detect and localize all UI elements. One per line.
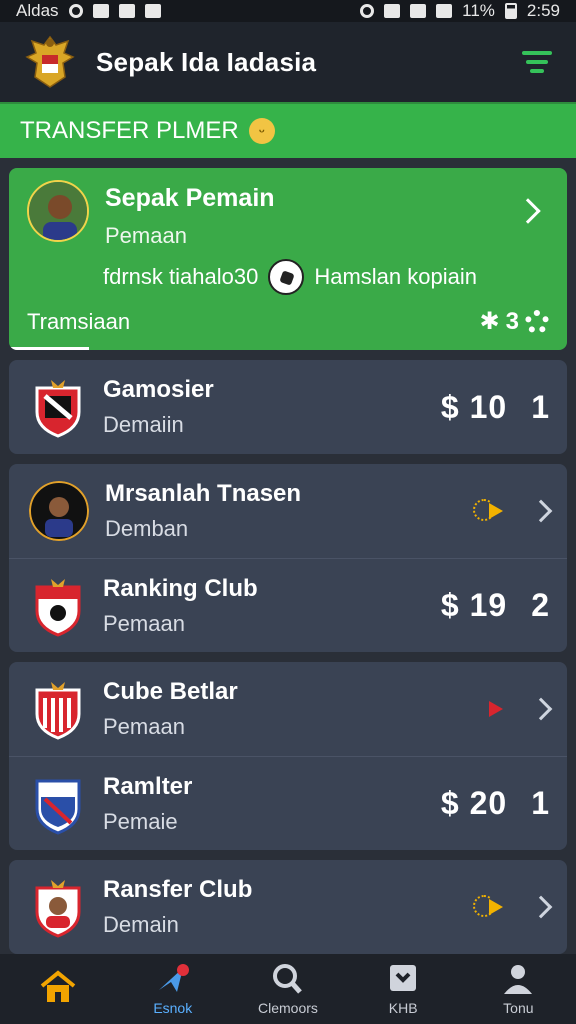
grid-icon	[383, 962, 423, 996]
search-icon	[268, 962, 308, 996]
list-item[interactable]: Ransfer Club Demain	[9, 860, 567, 954]
club-subtitle: Pemaan	[103, 610, 185, 636]
featured-info-left: fdrnsk tiahalo30	[103, 264, 259, 289]
rank-label: 1	[531, 388, 549, 425]
rank-label: 1	[531, 785, 549, 821]
banner-label: TRANSFER PLMER	[20, 117, 239, 144]
club-card: Ransfer Club Demain	[9, 860, 567, 954]
garuda-crest-icon	[22, 34, 78, 90]
list-item[interactable]: Ranking Club Pemaan $ 19 2	[9, 558, 567, 652]
player-avatar	[27, 180, 89, 242]
carrier-label: Aldas	[16, 1, 59, 20]
status-bar: Aldas 11% 2:59	[0, 0, 576, 22]
tab-indicator	[9, 347, 89, 350]
club-subtitle: Demban	[105, 516, 189, 541]
club-subtitle: Pemaie	[103, 808, 178, 834]
price-label: $ 10	[440, 388, 508, 425]
featured-player-card[interactable]: Sepak Pemain Pemaan fdrnsk tiahalo30 Ham…	[9, 168, 567, 350]
asterisk-icon: ✱	[479, 308, 500, 335]
rank-label: 2	[531, 587, 549, 623]
club-name: Cube Betlar	[103, 678, 238, 705]
chevron-right-icon[interactable]	[515, 198, 541, 224]
nav-profile[interactable]: Tonu	[463, 962, 573, 1016]
alarm-icon	[360, 4, 375, 18]
nav-label: Esnok	[153, 1000, 193, 1016]
player-avatar	[29, 481, 89, 541]
featured-info-right: Hamslan kopiain	[314, 264, 477, 289]
profile-icon	[498, 962, 538, 996]
wifi-icon	[410, 4, 427, 18]
mail-icon	[144, 4, 161, 18]
nav-label: Clemoors	[258, 1000, 318, 1016]
nav-home[interactable]	[3, 970, 113, 1008]
list-item[interactable]: Mrsanlah Tnasen Demban	[9, 464, 567, 558]
battery-icon	[504, 3, 517, 19]
notification-icon	[92, 4, 109, 18]
club-subtitle: Demaiin	[103, 412, 184, 437]
vibrate-icon	[384, 4, 401, 18]
featured-subtitle: Pemaan	[105, 223, 187, 248]
club-name: Mrsanlah Tnasen	[105, 480, 302, 507]
clock: 2:59	[526, 1, 560, 20]
gear-icon[interactable]	[525, 309, 549, 334]
nav-send[interactable]: Esnok	[118, 962, 228, 1016]
featured-footer-label: Tramsiaan	[27, 308, 131, 334]
club-shield-icon	[29, 876, 87, 938]
club-name: Gamosier	[103, 376, 214, 403]
location-icon	[68, 4, 83, 18]
soccer-ball-icon	[268, 259, 305, 295]
filter-icon[interactable]	[520, 47, 554, 77]
club-subtitle: Pemaan	[103, 714, 185, 739]
smile-emoji-icon: ᵕ	[248, 118, 275, 144]
club-shield-icon	[29, 678, 87, 740]
signal-icon	[436, 4, 453, 18]
play-icon[interactable]	[473, 496, 509, 526]
nav-khb[interactable]: KHB	[348, 962, 458, 1016]
club-name: Ranking Club	[103, 574, 258, 602]
list-item[interactable]: Gamosier Demaiin $ 10 1	[9, 360, 567, 454]
send-icon	[153, 962, 193, 996]
image-icon	[118, 4, 135, 18]
chevron-right-icon[interactable]	[529, 697, 553, 721]
chevron-right-icon[interactable]	[529, 499, 553, 523]
club-card: Gamosier Demaiin $ 10 1	[9, 360, 567, 454]
club-shield-icon	[29, 575, 87, 637]
club-shield-icon	[29, 376, 87, 438]
club-card: Cube Betlar Pemaan Ramlter Pemaie $ 20 1	[9, 662, 567, 850]
app-title: Sepak Ida Iadasia	[96, 46, 317, 77]
nav-search[interactable]: Clemoors	[233, 962, 343, 1016]
play-icon[interactable]	[473, 892, 509, 922]
chevron-right-icon[interactable]	[529, 895, 553, 919]
home-icon	[38, 970, 78, 1004]
battery-percent: 11%	[462, 1, 495, 20]
bottom-nav: Esnok Clemoors KHB Tonu	[0, 954, 576, 1024]
transfer-banner[interactable]: TRANSFER PLMER ᵕ	[0, 102, 576, 158]
list-item[interactable]: Ramlter Pemaie $ 20 1	[9, 756, 567, 850]
app-header: Sepak Ida Iadasia	[0, 22, 576, 102]
list-item[interactable]: Cube Betlar Pemaan	[9, 662, 567, 756]
price-label: $ 20	[440, 785, 508, 821]
featured-name: Sepak Pemain	[105, 184, 275, 212]
nav-label: Tonu	[503, 1000, 534, 1016]
club-name: Ramlter	[103, 772, 193, 800]
club-name: Ransfer Club	[103, 876, 253, 903]
nav-label: KHB	[388, 1000, 418, 1016]
club-subtitle: Demain	[103, 912, 179, 937]
club-shield-icon	[29, 773, 87, 835]
player-list: Sepak Pemain Pemaan fdrnsk tiahalo30 Ham…	[0, 158, 576, 954]
featured-count: 3	[505, 307, 519, 335]
play-icon[interactable]	[473, 694, 509, 724]
club-card: Mrsanlah Tnasen Demban Ranking Club Pema…	[9, 464, 567, 652]
price-label: $ 19	[440, 587, 508, 623]
